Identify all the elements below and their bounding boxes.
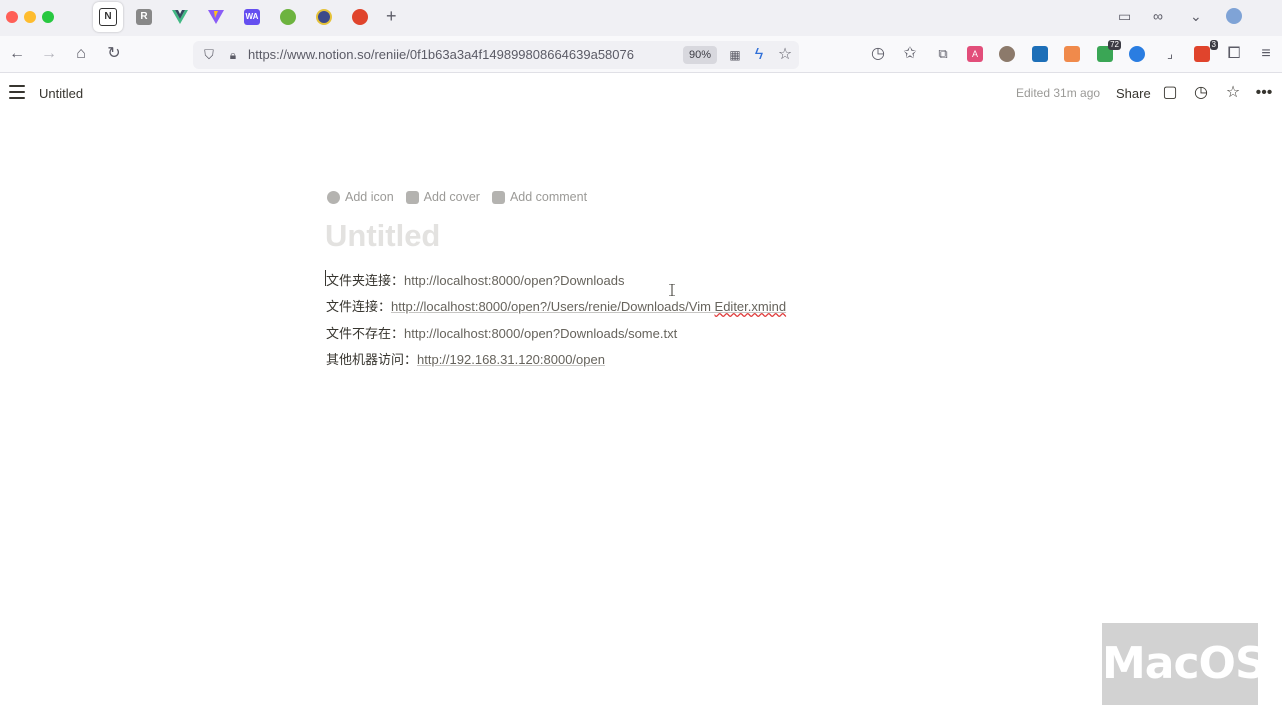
line-link[interactable]: http://localhost:8000/open?/Users/renie/… bbox=[391, 299, 786, 314]
reload-icon[interactable]: ↻ bbox=[104, 44, 124, 64]
extensions-puzzle-icon[interactable]: ⧠ bbox=[1224, 44, 1244, 64]
webassembly-icon: WA bbox=[244, 9, 260, 25]
translate-extension-icon[interactable]: A bbox=[967, 46, 983, 62]
line-label: 文件不存在： bbox=[326, 326, 405, 341]
line-label: 其他机器访问： bbox=[326, 352, 418, 367]
address-bar[interactable]: ⛉ 🔒︎ https://www.notion.so/reniie/0f1b63… bbox=[193, 41, 799, 69]
add-icon-label: Add icon bbox=[345, 190, 394, 204]
line-link-prefix: http://localhost:8000/open?/Users/renie/… bbox=[391, 299, 715, 314]
content-line[interactable]: 文件不存在：http://localhost:8000/open?Downloa… bbox=[326, 323, 677, 342]
account-avatar-icon[interactable] bbox=[1226, 8, 1242, 24]
history-icon[interactable]: ◷ bbox=[868, 44, 888, 64]
add-cover-label: Add cover bbox=[423, 190, 480, 204]
crop-extension-icon[interactable]: ⌟ bbox=[1160, 44, 1180, 64]
notion-icon: N bbox=[99, 8, 117, 26]
image-icon bbox=[405, 190, 419, 204]
bookmarks-icon[interactable]: ✩ bbox=[900, 44, 920, 64]
tab-notion[interactable]: N bbox=[93, 2, 123, 32]
line-link[interactable]: http://192.168.31.120:8000/open bbox=[417, 352, 605, 367]
tab-globe[interactable] bbox=[345, 2, 375, 32]
favorite-star-icon[interactable]: ☆ bbox=[1224, 84, 1242, 102]
tab-vite[interactable] bbox=[201, 2, 231, 32]
zoom-level-badge[interactable]: 90% bbox=[683, 46, 717, 64]
forward-arrow-icon[interactable]: → bbox=[39, 44, 59, 64]
minimize-window-button[interactable] bbox=[24, 11, 36, 23]
tab-spring[interactable] bbox=[273, 2, 303, 32]
more-options-icon[interactable]: ••• bbox=[1255, 84, 1273, 102]
tab-vue[interactable] bbox=[165, 2, 195, 32]
tab-webassembly[interactable]: WA bbox=[237, 2, 267, 32]
qr-code-icon[interactable]: ▦ bbox=[725, 45, 745, 65]
globe-icon bbox=[352, 9, 368, 25]
add-comment-label: Add comment bbox=[509, 190, 588, 204]
notion-topbar: Untitled Edited 31m ago Share ▢ ◷ ☆ ••• bbox=[0, 73, 1282, 113]
shield-extension-icon[interactable]: 72 bbox=[1097, 40, 1121, 62]
comments-icon[interactable]: ▢ bbox=[1161, 84, 1179, 102]
close-window-button[interactable] bbox=[6, 11, 18, 23]
private-mask-icon[interactable]: ∞ bbox=[1153, 8, 1163, 24]
tab-tool[interactable] bbox=[309, 2, 339, 32]
list-tabs-icon[interactable]: ⌄ bbox=[1190, 8, 1202, 25]
edited-timestamp: Edited 31m ago bbox=[1016, 86, 1101, 100]
text-cursor-icon bbox=[669, 284, 675, 296]
updates-clock-icon[interactable]: ◷ bbox=[1192, 84, 1210, 102]
zoom-window-button[interactable] bbox=[42, 11, 54, 23]
bookmark-star-icon[interactable]: ☆ bbox=[775, 45, 795, 65]
tab-regex[interactable]: R bbox=[129, 2, 159, 32]
line-label: 文件连接： bbox=[326, 299, 392, 314]
sidebar-menu-icon[interactable] bbox=[9, 85, 25, 99]
page-breadcrumb[interactable]: Untitled bbox=[39, 86, 83, 101]
screenshot-icon[interactable]: ⧉ bbox=[933, 44, 953, 64]
regex-icon: R bbox=[136, 9, 152, 25]
line-label: 文件夹连接： bbox=[326, 273, 405, 288]
line-link[interactable]: http://localhost:8000/open?Downloads bbox=[404, 273, 624, 288]
tracking-shield-icon[interactable]: ⛉ bbox=[199, 45, 219, 65]
vite-icon bbox=[208, 10, 224, 24]
new-tab-icon[interactable]: + bbox=[386, 6, 397, 27]
line-link-suffix: Editer.xmind bbox=[714, 299, 787, 314]
lightning-icon[interactable]: ϟ bbox=[749, 45, 769, 65]
lock-icon[interactable]: 🔒︎ bbox=[223, 45, 243, 65]
hexagon-extension-icon[interactable] bbox=[1032, 46, 1048, 62]
content-line[interactable]: 文件夹连接：http://localhost:8000/open?Downloa… bbox=[326, 270, 624, 289]
browser-menu-icon[interactable]: ≡ bbox=[1256, 44, 1276, 64]
image-extension-icon[interactable] bbox=[1064, 46, 1080, 62]
gift-count-badge: 3 bbox=[1209, 40, 1218, 50]
browser-tab-strip: N R WA + ▭ ∞ ⌄ bbox=[0, 0, 1282, 36]
home-icon[interactable]: ⌂ bbox=[71, 44, 91, 64]
content-line[interactable]: 文件连接：http://localhost:8000/open?/Users/r… bbox=[326, 296, 786, 315]
line-link[interactable]: http://localhost:8000/open?Downloads/som… bbox=[404, 326, 677, 341]
page-title-placeholder[interactable]: Untitled bbox=[325, 218, 440, 254]
add-cover-button[interactable]: Add cover bbox=[405, 190, 480, 204]
gift-extension-icon[interactable]: 3 bbox=[1194, 40, 1218, 62]
smiley-icon bbox=[327, 190, 340, 204]
cloud-extension-icon[interactable] bbox=[1129, 46, 1145, 62]
spring-icon bbox=[280, 9, 296, 25]
content-line[interactable]: 其他机器访问：http://192.168.31.120:8000/open bbox=[326, 349, 605, 368]
add-comment-button[interactable]: Add comment bbox=[491, 190, 588, 204]
url-text[interactable]: https://www.notion.so/reniie/0f1b63a3a4f… bbox=[248, 47, 634, 62]
tool-icon bbox=[316, 9, 332, 25]
page-header-actions: Add icon Add cover Add comment bbox=[327, 190, 587, 204]
comment-icon bbox=[491, 190, 505, 204]
back-arrow-icon[interactable]: ← bbox=[7, 44, 27, 64]
share-button[interactable]: Share bbox=[1116, 86, 1151, 101]
shield-count-badge: 72 bbox=[1108, 40, 1121, 50]
sidebar-toggle-icon[interactable]: ▭ bbox=[1118, 8, 1131, 25]
gear-extension-icon[interactable] bbox=[999, 46, 1015, 62]
macos-watermark: MacOS bbox=[1102, 623, 1267, 705]
browser-nav-bar: ← → ⌂ ↻ ⛉ 🔒︎ https://www.notion.so/renii… bbox=[0, 36, 1282, 73]
vue-icon bbox=[172, 10, 188, 24]
add-icon-button[interactable]: Add icon bbox=[327, 190, 394, 204]
